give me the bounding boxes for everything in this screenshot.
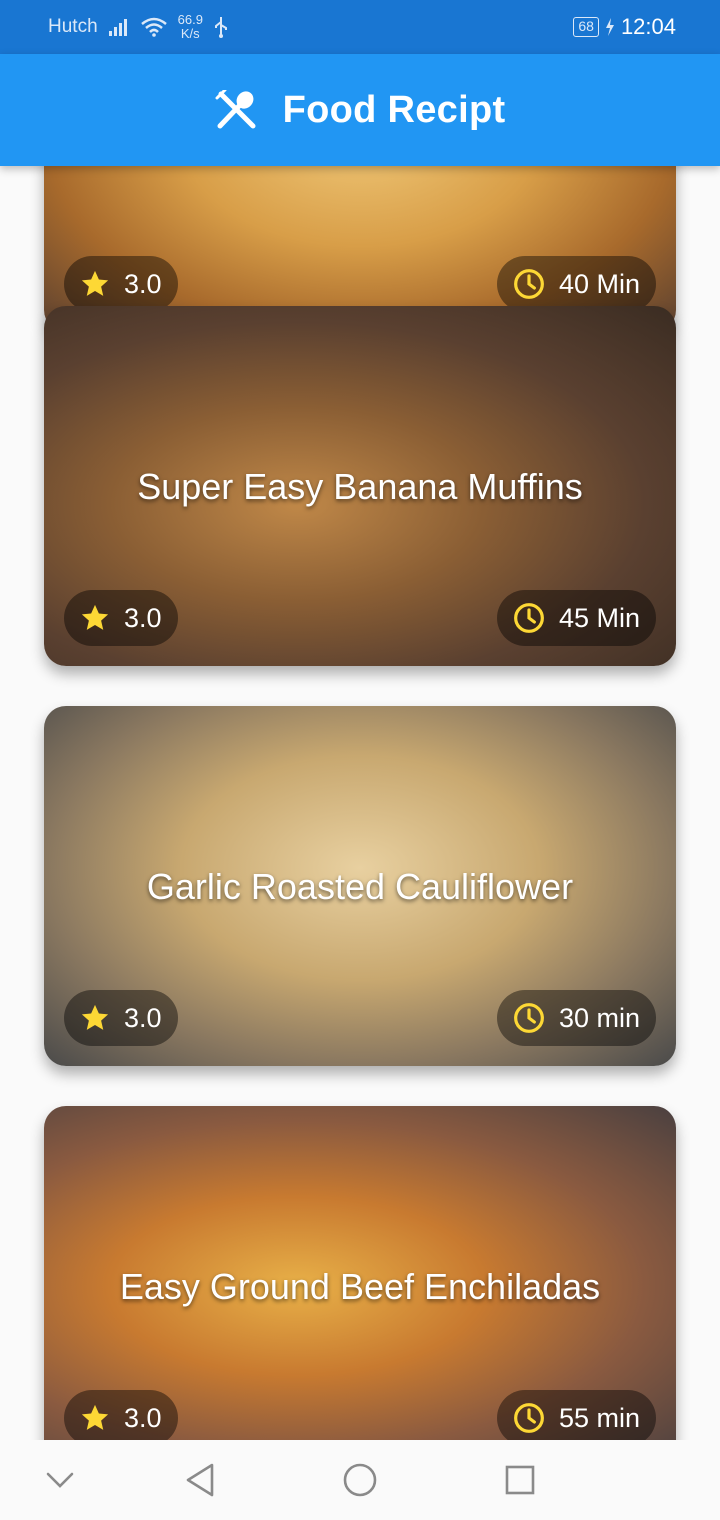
rating-badge: 3.0 <box>64 990 178 1046</box>
rating-value: 3.0 <box>124 1402 162 1433</box>
time-badge: 30 min <box>496 990 656 1046</box>
chevron-down-icon[interactable] <box>42 1462 78 1498</box>
star-icon <box>81 270 109 296</box>
recipe-card[interactable]: Super Easy Banana Muffins 3.0 45 Min <box>44 306 676 666</box>
page-title: Food Recipt <box>282 88 506 131</box>
rating-badge: 3.0 <box>64 256 178 312</box>
battery-level: 68 <box>573 17 599 37</box>
clock-icon <box>514 1003 544 1033</box>
rating-value: 3.0 <box>124 1002 162 1033</box>
rating-value: 3.0 <box>124 268 162 299</box>
recipe-card[interactable]: Easy Ground Beef Enchiladas 3.0 55 min <box>44 1106 676 1440</box>
time-badge: 40 Min <box>496 256 656 312</box>
clock-icon <box>514 1403 544 1433</box>
system-nav-bar <box>0 1440 720 1520</box>
status-bar: Hutch 66.9 K/s 68 12:04 <box>0 0 720 54</box>
app-bar: Food Recipt <box>0 54 720 166</box>
cook-time: 40 Min <box>558 268 640 299</box>
carrier-name: Hutch <box>48 16 98 37</box>
star-icon <box>81 1404 109 1430</box>
usb-icon <box>214 17 227 38</box>
recipe-title: Easy Ground Beef Enchiladas <box>119 1266 601 1307</box>
rating-value: 3.0 <box>124 602 162 633</box>
back-icon[interactable] <box>182 1462 218 1498</box>
home-icon[interactable] <box>342 1462 378 1498</box>
network-speed: 66.9 K/s <box>177 12 203 41</box>
star-icon <box>81 604 109 630</box>
clock-time: 12:04 <box>620 14 676 39</box>
clock-icon <box>514 603 544 633</box>
time-badge: 45 Min <box>496 590 656 646</box>
cook-time: 55 min <box>558 1402 640 1433</box>
recents-icon[interactable] <box>502 1462 538 1498</box>
recipe-list[interactable]: 3.0 40 Min Super Easy Banana Muffins 3.0… <box>0 166 720 1440</box>
rating-badge: 3.0 <box>64 1390 178 1440</box>
recipe-title: Super Easy Banana Muffins <box>137 466 583 507</box>
recipe-card[interactable]: Garlic Roasted Cauliflower 3.0 30 min <box>44 706 676 1066</box>
signal-icon <box>108 19 127 36</box>
cook-time: 45 Min <box>558 602 640 633</box>
recipe-title: Garlic Roasted Cauliflower <box>146 866 574 907</box>
cook-time: 30 min <box>558 1002 640 1033</box>
time-badge: 55 min <box>496 1390 656 1440</box>
utensils-icon <box>215 90 256 129</box>
clock-icon <box>514 269 544 299</box>
wifi-icon <box>140 17 167 37</box>
star-icon <box>81 1004 109 1030</box>
rating-badge: 3.0 <box>64 590 178 646</box>
charging-icon <box>605 18 614 36</box>
